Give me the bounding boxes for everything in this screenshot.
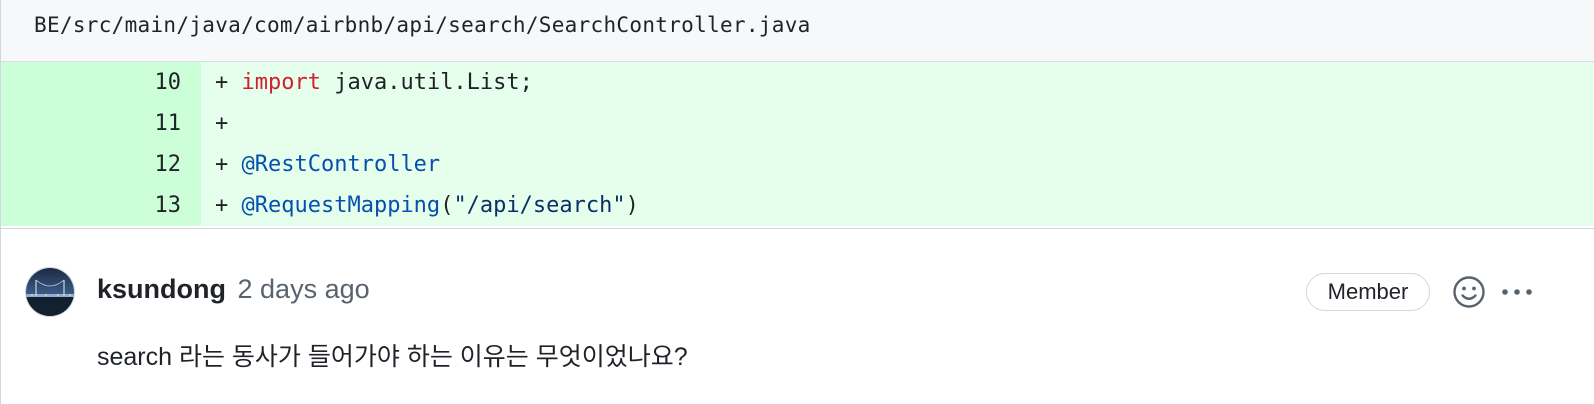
avatar[interactable] (25, 267, 75, 317)
code-line: + @RequestMapping("/api/search") (201, 185, 1594, 226)
code-token-kw: import (241, 70, 321, 95)
file-path[interactable]: BE/src/main/java/com/airbnb/api/search/S… (34, 13, 811, 37)
diff-line: 10 + import java.util.List; (1, 62, 1594, 103)
comment-body: search 라는 동사가 들어가야 하는 이유는 무엇이었나요? (97, 343, 688, 371)
line-number[interactable]: 11 (1, 103, 201, 144)
line-number[interactable]: 12 (1, 144, 201, 185)
line-number[interactable]: 10 (1, 62, 201, 103)
code-token-plain: ) (625, 193, 639, 218)
author-name[interactable]: ksundong (97, 274, 226, 304)
diff-comment-panel: BE/src/main/java/com/airbnb/api/search/S… (0, 0, 1594, 404)
more-options-button[interactable] (1498, 275, 1536, 309)
line-number[interactable]: 13 (1, 185, 201, 226)
code-token-plain: ( (440, 193, 454, 218)
code-line: + @RestController (201, 144, 1594, 185)
diff-marker: + (215, 70, 242, 95)
code-line: + import java.util.List; (201, 62, 1594, 103)
diff-line: 13 + @RequestMapping("/api/search") (1, 185, 1594, 226)
diff-marker: + (215, 193, 242, 218)
review-comment: ksundong 2 days ago Member search 라는 동사가… (1, 229, 1594, 404)
avatar-image (26, 268, 74, 316)
file-header: BE/src/main/java/com/airbnb/api/search/S… (1, 0, 1594, 62)
role-badge: Member (1306, 273, 1430, 311)
comment-header: ksundong 2 days ago (97, 274, 370, 305)
comment-timestamp[interactable]: 2 days ago (238, 274, 370, 304)
kebab-horizontal-icon (1502, 289, 1532, 295)
code-line: + (201, 103, 1594, 144)
code-token-str: "/api/search" (453, 193, 626, 218)
diff-marker: + (215, 152, 242, 177)
code-token-ann: @RequestMapping (241, 193, 441, 218)
smiley-icon (1453, 276, 1485, 308)
diff-table: 10 + import java.util.List; 11 +12 + @RestCo… (1, 62, 1594, 226)
diff-marker: + (215, 111, 229, 136)
reaction-button[interactable] (1452, 275, 1486, 309)
code-token-ann: @RestController (241, 152, 441, 177)
diff-line: 11 + (1, 103, 1594, 144)
code-token-plain: java.util.List; (320, 70, 533, 95)
diff-line: 12 + @RestController (1, 144, 1594, 185)
